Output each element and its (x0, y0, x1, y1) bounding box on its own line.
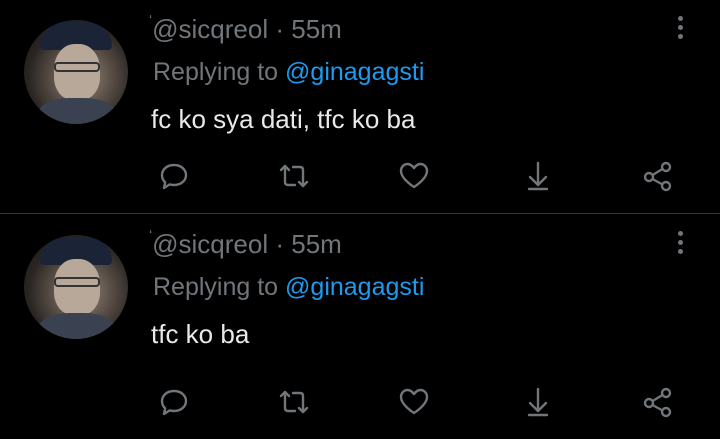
user-handle[interactable]: @sicqreol (152, 229, 268, 259)
avatar-shirt (38, 98, 116, 124)
reply-icon[interactable] (156, 158, 192, 194)
mention-link[interactable]: @ginagagsti (285, 273, 424, 301)
tweet-divider (0, 213, 720, 214)
tweet-time[interactable]: 55m (291, 229, 342, 259)
tweet-actions (0, 158, 720, 194)
avatar-glasses (54, 277, 100, 287)
heart-icon[interactable] (396, 384, 432, 420)
meta-separator: · (275, 229, 285, 259)
user-handle[interactable]: @sicqreol (152, 14, 268, 44)
replying-to-line: Replying to @ginagagsti (153, 58, 424, 87)
avatar[interactable] (24, 20, 128, 124)
download-icon[interactable] (520, 158, 556, 194)
tweet-actions (0, 384, 720, 420)
mention-link[interactable]: @ginagagsti (285, 58, 424, 86)
avatar-glasses (54, 62, 100, 72)
replying-to-line: Replying to @ginagagsti (153, 273, 424, 302)
tweet-item[interactable]: ʻ@sicqreol · 55m Replying to @ginagagsti… (0, 215, 720, 439)
tweet-meta: ʻ@sicqreol · 55m (149, 227, 342, 260)
share-icon[interactable] (640, 384, 676, 420)
replying-label: Replying to (153, 58, 279, 86)
tick-mark-icon: ʻ (149, 12, 153, 28)
avatar[interactable] (24, 235, 128, 339)
replying-label: Replying to (153, 273, 279, 301)
avatar-shirt (38, 313, 116, 339)
share-icon[interactable] (640, 158, 676, 194)
more-vertical-icon[interactable] (670, 229, 690, 257)
avatar-face (54, 44, 100, 100)
tick-mark-icon: ʻ (149, 227, 153, 243)
more-vertical-icon[interactable] (670, 14, 690, 42)
download-icon[interactable] (520, 384, 556, 420)
tweet-text: tfc ko ba (151, 319, 250, 349)
tweet-time[interactable]: 55m (291, 14, 342, 44)
retweet-icon[interactable] (276, 158, 312, 194)
tweet-meta: ʻ@sicqreol · 55m (149, 12, 342, 45)
avatar-face (54, 259, 100, 315)
tweet-item[interactable]: ʻ@sicqreol · 55m Replying to @ginagagsti… (0, 0, 720, 214)
retweet-icon[interactable] (276, 384, 312, 420)
meta-separator: · (275, 14, 285, 44)
heart-icon[interactable] (396, 158, 432, 194)
reply-icon[interactable] (156, 384, 192, 420)
tweet-text: fc ko sya dati, tfc ko ba (151, 104, 416, 134)
